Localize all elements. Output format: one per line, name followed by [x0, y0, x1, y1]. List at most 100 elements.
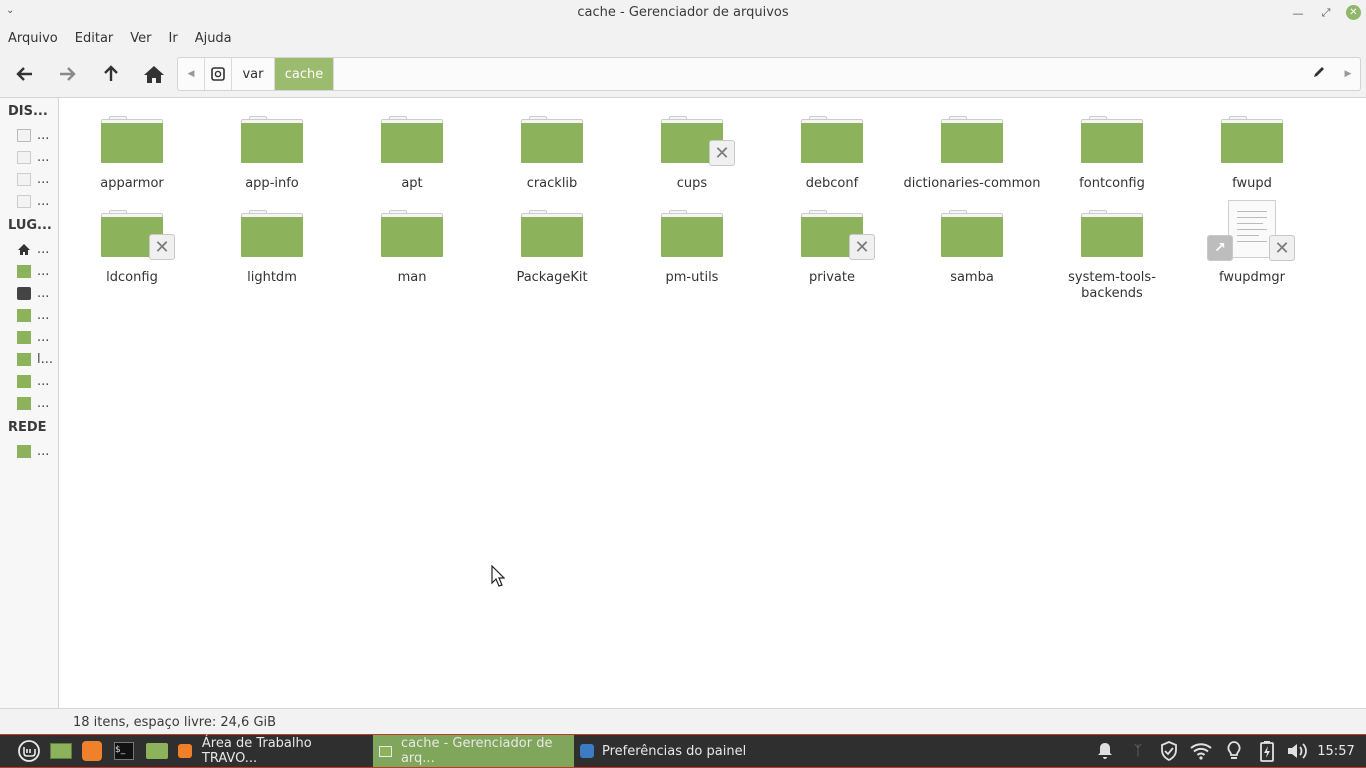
taskbar-window-file-manager[interactable]: cache - Gerenciador de arq...: [373, 735, 574, 767]
sidebar-item-trash[interactable]: ...: [17, 284, 49, 302]
text-file-icon: ↗ ✕: [1207, 200, 1295, 261]
minimize-button[interactable]: —: [1289, 4, 1307, 22]
file-name: app-info: [245, 176, 299, 191]
folder-icon: [801, 116, 863, 164]
file-name: pm-utils: [665, 270, 719, 285]
trash-icon: [17, 286, 31, 300]
sidebar-device-item[interactable]: ...: [17, 148, 49, 166]
home-icon: [144, 66, 164, 83]
maximize-button[interactable]: ⤢: [1317, 4, 1335, 22]
menu-ver[interactable]: Ver: [130, 31, 151, 46]
volume-icon[interactable]: [1286, 741, 1308, 761]
path-segment-var[interactable]: var: [232, 58, 275, 90]
terminal-icon: $_: [114, 742, 134, 760]
folder-item[interactable]: lightdm: [202, 210, 342, 286]
sidebar-device-item[interactable]: ...: [17, 170, 49, 188]
folder-item[interactable]: app-info: [202, 116, 342, 192]
sidebar-item-documents[interactable]: ...: [17, 306, 49, 324]
file-name: PackageKit: [516, 270, 588, 285]
videos-folder-icon: [17, 374, 31, 388]
notifications-icon[interactable]: [1094, 741, 1116, 761]
mouse-cursor-icon: [491, 564, 506, 591]
folder-item[interactable]: dictionaries-common: [902, 116, 1042, 192]
show-desktop-button[interactable]: [50, 735, 74, 767]
menu-arquivo[interactable]: Arquivo: [8, 31, 58, 46]
menu-bar: Arquivo Editar Ver Ir Ajuda: [0, 26, 1366, 50]
folder-item[interactable]: ✕ cups: [622, 116, 762, 192]
no-access-emblem-icon: ✕: [709, 140, 735, 166]
back-button[interactable]: [11, 60, 39, 88]
file-name: ldconfig: [106, 270, 158, 285]
sidebar-item-music[interactable]: ...: [17, 328, 49, 346]
sidebar-item-desktop[interactable]: ...: [17, 262, 49, 280]
start-menu-button[interactable]: [18, 735, 44, 767]
sidebar-item-network[interactable]: ...: [17, 442, 49, 460]
sidebar-item-home[interactable]: ...: [17, 240, 49, 258]
sidebar-item-downloads[interactable]: ...: [17, 394, 49, 412]
forward-button[interactable]: [53, 60, 81, 88]
path-root[interactable]: [205, 58, 232, 90]
folder-item[interactable]: fwupd: [1182, 116, 1322, 192]
folder-icon: ✕: [801, 210, 875, 260]
folder-icon: [1081, 210, 1143, 258]
folder-icon: [521, 210, 583, 258]
redshift-bulb-icon[interactable]: [1223, 741, 1245, 761]
firefox-icon: [82, 741, 102, 761]
folder-icon: [241, 210, 303, 258]
taskbar-window-desktop[interactable]: Área de Trabalho TRAVO...: [172, 735, 370, 767]
menu-ajuda[interactable]: Ajuda: [195, 31, 232, 46]
menu-editar[interactable]: Editar: [75, 31, 114, 46]
bluetooth-icon[interactable]: ᛉ: [1127, 741, 1149, 761]
folder-item[interactable]: samba: [902, 210, 1042, 286]
launcher-terminal[interactable]: $_: [114, 735, 138, 767]
path-scroll-right[interactable]: ▶: [1340, 66, 1356, 82]
file-name: lightdm: [247, 270, 297, 285]
edit-path-button[interactable]: [1312, 65, 1330, 83]
wifi-icon[interactable]: [1190, 741, 1212, 761]
shield-icon[interactable]: [1158, 741, 1180, 761]
folder-item[interactable]: fontconfig: [1042, 116, 1182, 192]
launcher-files[interactable]: [146, 735, 170, 767]
launcher-firefox[interactable]: [82, 735, 106, 767]
clock[interactable]: 15:57: [1316, 735, 1356, 767]
folder-item[interactable]: ✕ ldconfig: [62, 210, 202, 286]
menu-ir[interactable]: Ir: [169, 31, 178, 46]
file-view[interactable]: apparmor app-info apt cracklib ✕ cups de…: [60, 98, 1366, 708]
folder-item[interactable]: debconf: [762, 116, 902, 192]
folder-icon: [379, 745, 392, 757]
sidebar-device-item[interactable]: ...: [17, 192, 49, 210]
file-name: private: [809, 270, 855, 285]
drive-icon: [17, 150, 31, 164]
file-name: apparmor: [100, 176, 164, 191]
folder-item[interactable]: cracklib: [482, 116, 622, 192]
folder-item[interactable]: apparmor: [62, 116, 202, 192]
sidebar-item-videos[interactable]: ...: [17, 372, 49, 390]
sidebar-item-pictures[interactable]: l...: [17, 350, 53, 368]
arrow-left-icon: [16, 67, 32, 81]
folder-icon: [1221, 116, 1283, 164]
folder-item[interactable]: ✕ private: [762, 210, 902, 286]
file-name: fwupd: [1232, 176, 1272, 191]
folder-item[interactable]: pm-utils: [622, 210, 762, 286]
home-button[interactable]: [140, 60, 168, 88]
file-item[interactable]: ↗ ✕ fwupdmgr: [1182, 200, 1322, 286]
folder-item[interactable]: system-tools-backends: [1042, 210, 1182, 302]
battery-icon[interactable]: [1256, 741, 1278, 762]
taskbar: $_ Área de Trabalho TRAVO... cache - Ger…: [0, 734, 1366, 768]
folder-item[interactable]: apt: [342, 116, 482, 192]
folder-item[interactable]: man: [342, 210, 482, 286]
sidebar-header-network: REDE: [8, 420, 47, 435]
folder-item[interactable]: PackageKit: [482, 210, 622, 286]
up-button[interactable]: [97, 60, 125, 88]
sidebar-device-item[interactable]: ...: [17, 126, 49, 144]
folder-icon: [17, 264, 31, 278]
sidebar-header-places: LUG...: [8, 218, 52, 233]
preferences-icon: [580, 744, 594, 758]
path-scroll-left[interactable]: ◀: [178, 58, 205, 90]
close-button[interactable]: ✕: [1346, 5, 1361, 20]
pencil-icon: [1314, 67, 1324, 77]
folder-icon: [146, 743, 168, 759]
path-segment-cache[interactable]: cache: [275, 58, 334, 90]
file-name: apt: [401, 176, 423, 191]
taskbar-window-panel-preferences[interactable]: Preferências do painel: [574, 735, 774, 767]
